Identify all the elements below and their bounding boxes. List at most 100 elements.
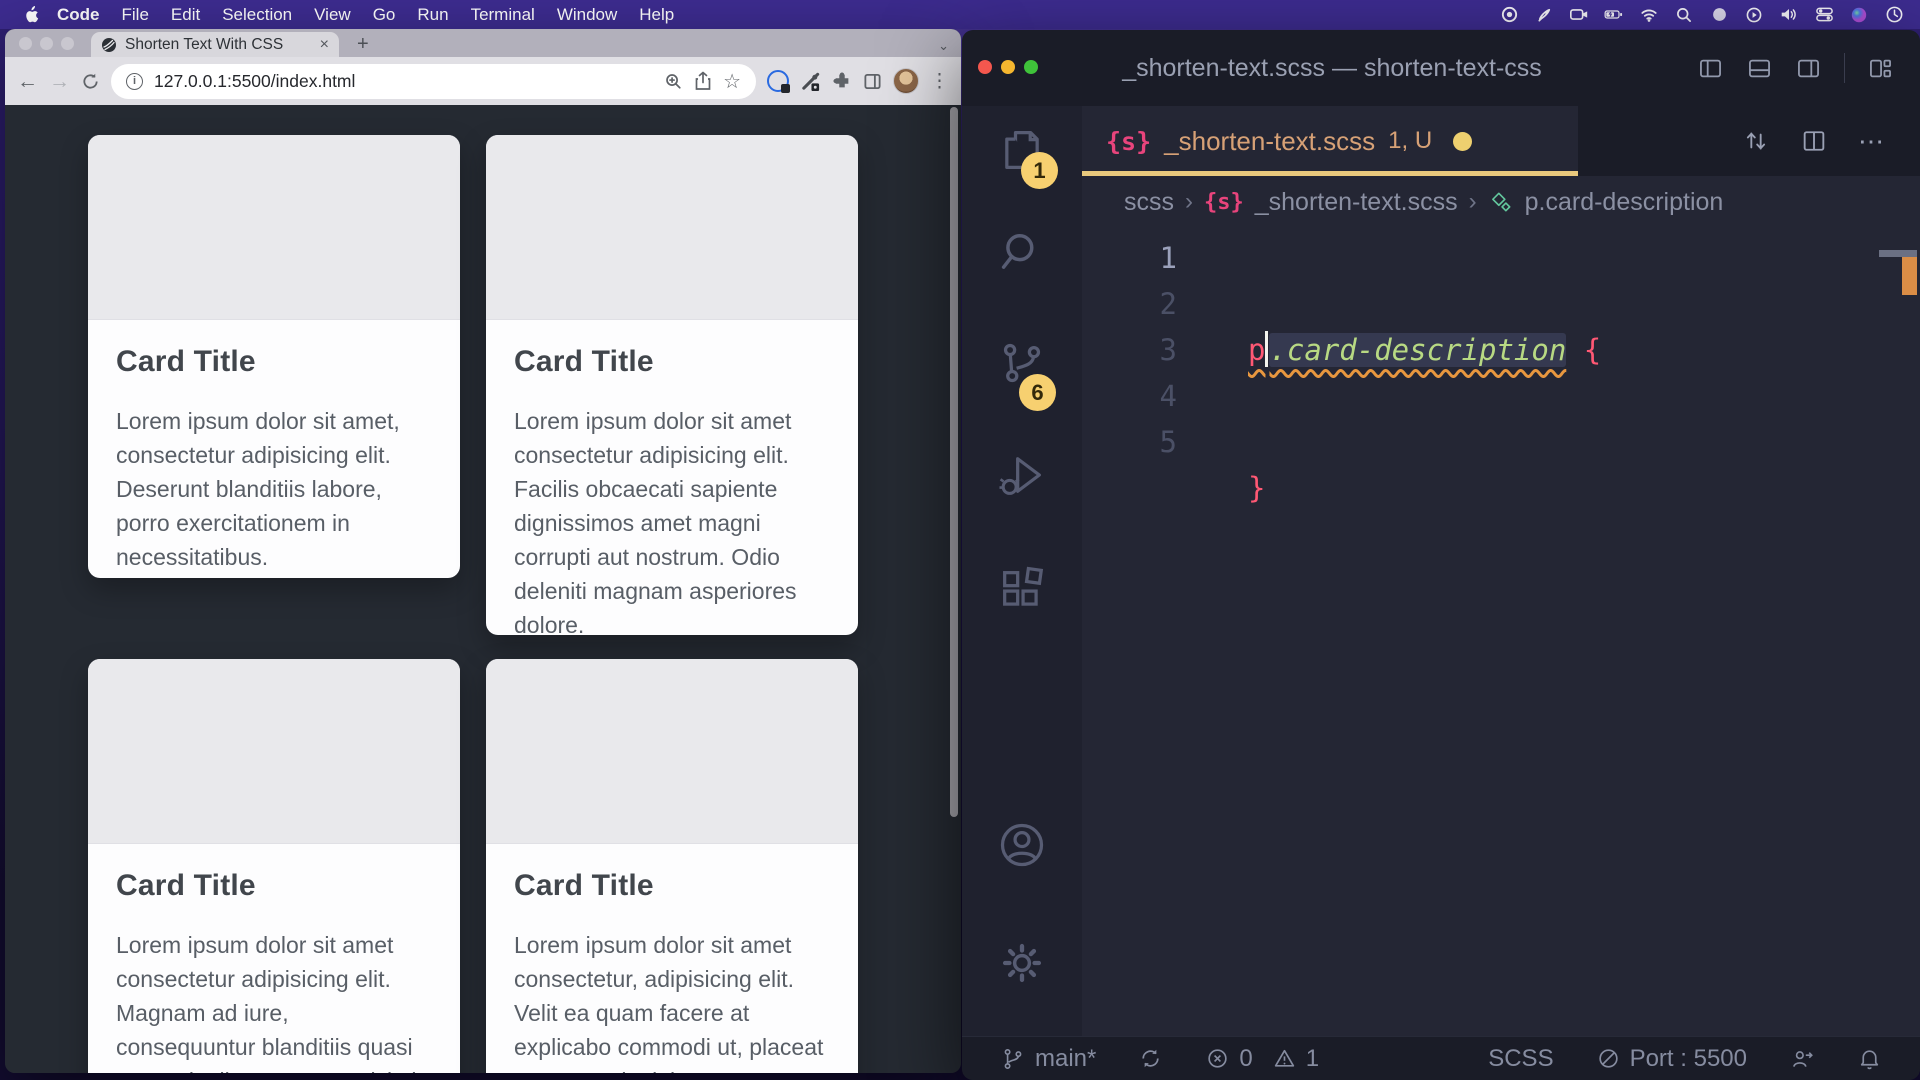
line-number: 1 bbox=[1082, 235, 1177, 281]
menu-item-help[interactable]: Help bbox=[628, 5, 685, 25]
tab-title: Shorten Text With CSS bbox=[125, 36, 312, 54]
zoom-window-button[interactable] bbox=[61, 37, 74, 50]
browser-viewport: Card Title Lorem ipsum dolor sit amet, c… bbox=[5, 105, 961, 1073]
volume-icon[interactable] bbox=[1779, 5, 1799, 25]
menu-item-selection[interactable]: Selection bbox=[211, 5, 303, 25]
unsaved-changes-dot-icon[interactable] bbox=[1453, 132, 1472, 151]
breadcrumb-file[interactable]: _shorten-text.scss bbox=[1255, 188, 1458, 217]
screen-record-icon[interactable] bbox=[1569, 5, 1589, 25]
tab-close-icon[interactable]: × bbox=[320, 37, 329, 53]
side-panel-icon[interactable] bbox=[863, 72, 882, 91]
browser-menu-icon[interactable]: ⋮ bbox=[930, 70, 949, 93]
code-content[interactable]: p.card-description { } bbox=[1248, 235, 1601, 603]
problems-item[interactable]: 0 1 bbox=[1205, 1045, 1319, 1073]
settings-gear-icon[interactable] bbox=[996, 937, 1048, 989]
customize-layout-icon[interactable] bbox=[1867, 55, 1894, 82]
line-number: 3 bbox=[1082, 327, 1177, 373]
account-icon[interactable] bbox=[996, 819, 1048, 871]
tab-file-name: _shorten-text.scss bbox=[1164, 126, 1375, 157]
menu-bar-menus: Code File Edit Selection View Go Run Ter… bbox=[16, 5, 685, 25]
desktop: Code File Edit Selection View Go Run Ter… bbox=[0, 0, 1920, 1080]
play-status-icon[interactable] bbox=[1744, 5, 1764, 25]
open-changes-icon[interactable] bbox=[1742, 127, 1770, 155]
vscode-traffic-lights bbox=[978, 60, 1038, 74]
menu-item-edit[interactable]: Edit bbox=[160, 5, 211, 25]
close-window-button[interactable] bbox=[19, 37, 32, 50]
reload-button[interactable] bbox=[81, 72, 100, 91]
selector-class-token: .card-description bbox=[1269, 333, 1566, 367]
feedback-item[interactable] bbox=[1789, 1046, 1815, 1072]
toggle-panel-icon[interactable] bbox=[1746, 55, 1773, 82]
clock-icon[interactable] bbox=[1884, 5, 1904, 25]
site-info-icon[interactable]: i bbox=[126, 73, 143, 90]
menu-item-file[interactable]: File bbox=[111, 5, 160, 25]
url-text[interactable]: 127.0.0.1:5500/index.html bbox=[154, 71, 355, 92]
menu-item-view[interactable]: View bbox=[303, 5, 362, 25]
page-scrollbar[interactable] bbox=[950, 107, 958, 817]
menu-item-terminal[interactable]: Terminal bbox=[460, 5, 546, 25]
share-icon[interactable] bbox=[694, 71, 712, 91]
forward-button[interactable]: → bbox=[49, 71, 70, 92]
editor-tab[interactable]: {s} _shorten-text.scss 1, U bbox=[1082, 106, 1578, 176]
breadcrumb-folder[interactable]: scss bbox=[1124, 188, 1174, 217]
scss-file-icon: {s} bbox=[1106, 127, 1151, 156]
browser-toolbar: ← → i 127.0.0.1:5500/index.html ☆ bbox=[5, 57, 961, 105]
search-icon[interactable] bbox=[996, 226, 1048, 278]
menu-item-go[interactable]: Go bbox=[362, 5, 407, 25]
card-image-placeholder bbox=[486, 135, 858, 320]
battery-icon[interactable] bbox=[1604, 5, 1624, 25]
vscode-title-bar[interactable]: _shorten-text.scss — shorten-text-css bbox=[962, 30, 1920, 106]
close-window-button[interactable] bbox=[978, 60, 992, 74]
menu-item-run[interactable]: Run bbox=[406, 5, 459, 25]
minimize-window-button[interactable] bbox=[40, 37, 53, 50]
menu-bar-status-icons bbox=[1499, 5, 1904, 25]
status-dot-icon[interactable] bbox=[1709, 5, 1729, 25]
card: Card Title Lorem ipsum dolor sit amet co… bbox=[88, 659, 460, 1073]
run-debug-icon[interactable] bbox=[996, 449, 1048, 501]
toggle-secondary-sidebar-icon[interactable] bbox=[1795, 55, 1822, 82]
more-actions-icon[interactable]: ⋯ bbox=[1858, 126, 1886, 157]
code-editor[interactable]: 1 2 3 4 5 p.card-description { } bbox=[1082, 228, 1920, 1036]
rocket-icon[interactable] bbox=[1534, 5, 1554, 25]
zoom-window-button[interactable] bbox=[1024, 60, 1038, 74]
control-center-icon[interactable] bbox=[1814, 5, 1834, 25]
siri-icon[interactable] bbox=[1849, 5, 1869, 25]
sync-item[interactable] bbox=[1138, 1046, 1163, 1071]
profile-avatar[interactable] bbox=[893, 68, 919, 94]
breadcrumb-symbol[interactable]: p.card-description bbox=[1525, 188, 1724, 217]
card-title: Card Title bbox=[514, 869, 830, 903]
tab-overflow-chevron-icon[interactable]: ⌄ bbox=[938, 38, 949, 54]
menu-item-code[interactable]: Code bbox=[46, 5, 111, 25]
notifications-bell-icon[interactable] bbox=[1857, 1046, 1882, 1071]
apple-icon[interactable] bbox=[16, 6, 46, 24]
extensions-puzzle-icon[interactable] bbox=[832, 71, 852, 91]
record-icon[interactable] bbox=[1499, 5, 1519, 25]
password-manager-extension-icon[interactable] bbox=[767, 70, 789, 92]
menu-item-window[interactable]: Window bbox=[546, 5, 628, 25]
spotlight-icon[interactable] bbox=[1674, 5, 1694, 25]
colorpicker-extension-icon[interactable] bbox=[800, 71, 821, 92]
breadcrumb-separator: › bbox=[1185, 188, 1193, 216]
wifi-icon[interactable] bbox=[1639, 5, 1659, 25]
active-tab-underline bbox=[1082, 171, 1578, 176]
address-bar[interactable]: i 127.0.0.1:5500/index.html ☆ bbox=[111, 64, 756, 99]
warning-overview-marker bbox=[1902, 257, 1917, 295]
status-bar-left: main* 0 1 bbox=[1000, 1045, 1319, 1073]
bookmark-star-icon[interactable]: ☆ bbox=[723, 69, 741, 94]
split-editor-icon[interactable] bbox=[1800, 127, 1828, 155]
language-mode-item[interactable]: SCSS bbox=[1488, 1045, 1553, 1073]
live-server-port-item[interactable]: Port : 5500 bbox=[1596, 1045, 1747, 1073]
toggle-sidebar-icon[interactable] bbox=[1697, 55, 1724, 82]
git-branch-item[interactable]: main* bbox=[1000, 1045, 1096, 1073]
minimize-window-button[interactable] bbox=[1001, 60, 1015, 74]
source-control-badge: 6 bbox=[1019, 374, 1056, 411]
scrollbar-slider[interactable] bbox=[1879, 250, 1917, 257]
extensions-icon[interactable] bbox=[996, 564, 1048, 616]
tab-actions: ⋯ bbox=[1742, 106, 1920, 176]
zoom-page-icon[interactable] bbox=[664, 72, 683, 91]
back-button[interactable]: ← bbox=[17, 71, 38, 92]
browser-tab[interactable]: Shorten Text With CSS × bbox=[91, 32, 339, 57]
window-title: _shorten-text.scss — shorten-text-css bbox=[1042, 30, 1622, 106]
new-tab-button[interactable]: + bbox=[357, 33, 369, 56]
card-image-placeholder bbox=[88, 659, 460, 844]
